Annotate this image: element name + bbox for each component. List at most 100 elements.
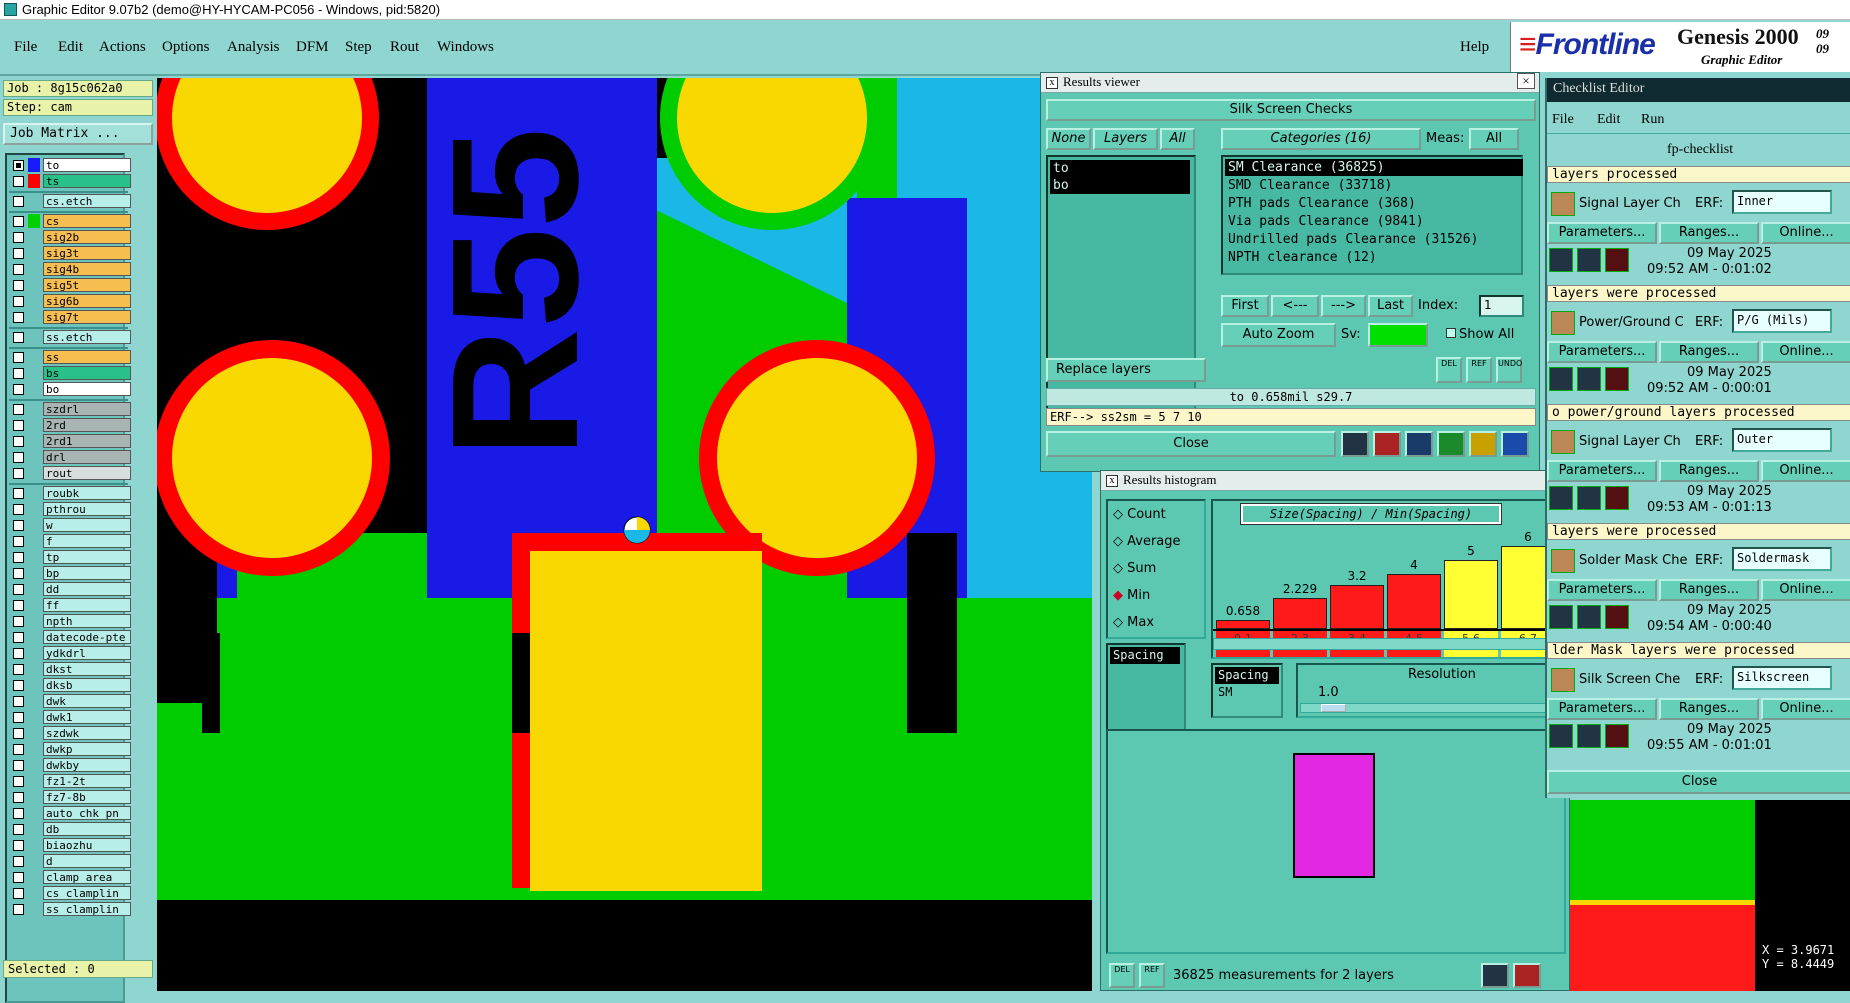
menu-rout[interactable]: Rout bbox=[390, 39, 419, 56]
tool-icon[interactable] bbox=[1405, 431, 1433, 457]
layer-row[interactable]: dd bbox=[9, 582, 131, 596]
layer-name[interactable]: dwk bbox=[43, 694, 131, 708]
layer-checkbox[interactable] bbox=[13, 452, 24, 463]
del-button[interactable]: DEL bbox=[1436, 357, 1462, 383]
layer-name[interactable]: 2rd1 bbox=[43, 434, 131, 448]
tool-icon[interactable] bbox=[1373, 431, 1401, 457]
histogram-bar[interactable] bbox=[1330, 584, 1384, 629]
erf-field[interactable]: Silkscreen bbox=[1732, 666, 1832, 690]
layer-checkbox[interactable] bbox=[13, 296, 24, 307]
layer-checkbox[interactable] bbox=[13, 632, 24, 643]
erf-field[interactable]: Outer bbox=[1732, 428, 1832, 452]
layer-row[interactable]: rout bbox=[9, 466, 131, 480]
show-all-checkbox[interactable]: Show All bbox=[1446, 327, 1514, 342]
parameters-button[interactable]: Parameters... bbox=[1547, 698, 1657, 720]
layer-name[interactable]: ss_clamplin bbox=[43, 902, 131, 916]
run-icon[interactable] bbox=[1549, 486, 1573, 510]
layer-name[interactable]: ss bbox=[43, 350, 131, 364]
layer-checkbox[interactable] bbox=[13, 824, 24, 835]
meas-select[interactable]: All bbox=[1469, 128, 1519, 150]
layer-name[interactable]: dkst bbox=[43, 662, 131, 676]
layer-checkbox[interactable] bbox=[13, 888, 24, 899]
layer-row[interactable]: ff bbox=[9, 598, 131, 612]
layer-checkbox[interactable] bbox=[13, 332, 24, 343]
erf-field[interactable]: P/G (Mils) bbox=[1732, 309, 1832, 333]
layer-name[interactable]: pthrou bbox=[43, 502, 131, 516]
layer-name[interactable]: szdwk bbox=[43, 726, 131, 740]
layer-row[interactable]: db bbox=[9, 822, 131, 836]
layer-name[interactable]: f bbox=[43, 534, 131, 548]
histogram-list-item[interactable]: Spacing bbox=[1110, 647, 1180, 664]
layer-checkbox[interactable] bbox=[13, 568, 24, 579]
online-button[interactable]: Online... bbox=[1761, 341, 1850, 363]
menu-help[interactable]: Help bbox=[1460, 39, 1489, 56]
replace-layers-select[interactable]: Replace layers bbox=[1046, 358, 1206, 382]
layer-checkbox[interactable] bbox=[13, 760, 24, 771]
layer-row[interactable]: bs bbox=[9, 366, 131, 380]
ck-menu-edit[interactable]: Edit bbox=[1597, 112, 1620, 128]
layer-row[interactable]: fz7-8b bbox=[9, 790, 131, 804]
checklist-close-button[interactable]: Close bbox=[1547, 770, 1850, 794]
layer-row[interactable]: sig7t bbox=[9, 310, 131, 324]
layer-name[interactable]: roubk bbox=[43, 486, 131, 500]
option-sum[interactable]: ◇ Sum bbox=[1113, 561, 1156, 576]
layer-checkbox[interactable] bbox=[13, 352, 24, 363]
check-label[interactable]: Silk Screen Che bbox=[1579, 672, 1680, 687]
ranges-button[interactable]: Ranges... bbox=[1659, 341, 1759, 363]
online-button[interactable]: Online... bbox=[1761, 222, 1850, 244]
parameters-button[interactable]: Parameters... bbox=[1547, 460, 1657, 482]
tool-icon[interactable] bbox=[1481, 963, 1509, 988]
layer-name[interactable]: clamp_area bbox=[43, 870, 131, 884]
menu-step[interactable]: Step bbox=[345, 39, 372, 56]
layer-name[interactable]: npth bbox=[43, 614, 131, 628]
layer-checkbox[interactable] bbox=[13, 520, 24, 531]
run-icon[interactable] bbox=[1605, 486, 1629, 510]
layer-row[interactable]: tp bbox=[9, 550, 131, 564]
layer-checkbox[interactable] bbox=[13, 808, 24, 819]
layer-row[interactable]: bo bbox=[9, 382, 131, 396]
ranges-button[interactable]: Ranges... bbox=[1659, 460, 1759, 482]
next-button[interactable]: ---> bbox=[1321, 295, 1366, 317]
layer-checkbox[interactable] bbox=[13, 436, 24, 447]
erf-field[interactable]: Inner bbox=[1732, 190, 1832, 214]
layer-checkbox[interactable] bbox=[13, 504, 24, 515]
run-icon[interactable] bbox=[1605, 248, 1629, 272]
layer-checkbox[interactable] bbox=[13, 696, 24, 707]
menu-edit[interactable]: Edit bbox=[58, 39, 83, 56]
chart-icon[interactable] bbox=[1501, 431, 1529, 457]
layer-checkbox[interactable] bbox=[13, 264, 24, 275]
layer-row[interactable]: cs.etch bbox=[9, 194, 131, 208]
check-label[interactable]: Signal Layer Ch bbox=[1579, 196, 1681, 211]
layer-name[interactable]: cs_clamplin bbox=[43, 886, 131, 900]
layer-checkbox[interactable] bbox=[13, 280, 24, 291]
layer-row[interactable]: ss_clamplin bbox=[9, 902, 131, 916]
layer-row[interactable]: sig4b bbox=[9, 262, 131, 276]
layer-row[interactable]: sig5t bbox=[9, 278, 131, 292]
layer-row[interactable]: datecode-pte bbox=[9, 630, 131, 644]
layer-name[interactable]: auto_chk_pn bbox=[43, 806, 131, 820]
layer-row[interactable]: w bbox=[9, 518, 131, 532]
layer-name[interactable]: sig6b bbox=[43, 294, 131, 308]
layer-row[interactable]: szdwk bbox=[9, 726, 131, 740]
layer-name[interactable]: sig5t bbox=[43, 278, 131, 292]
layer-row[interactable]: auto_chk_pn bbox=[9, 806, 131, 820]
layer-checkbox[interactable] bbox=[13, 312, 24, 323]
index-field[interactable]: 1 bbox=[1479, 295, 1524, 317]
ck-menu-run[interactable]: Run bbox=[1641, 112, 1664, 128]
layer-row[interactable]: dkst bbox=[9, 662, 131, 676]
menu-dfm[interactable]: DFM bbox=[296, 39, 329, 56]
layer-row[interactable]: ss bbox=[9, 350, 131, 364]
layer-row[interactable]: f bbox=[9, 534, 131, 548]
layer-row[interactable]: dksb bbox=[9, 678, 131, 692]
menu-actions[interactable]: Actions bbox=[99, 39, 146, 56]
histogram-scrollbar[interactable] bbox=[1213, 638, 1563, 650]
small-list[interactable]: Spacing SM bbox=[1211, 663, 1283, 718]
tool-icon[interactable] bbox=[1513, 963, 1541, 988]
layer-row[interactable]: to bbox=[9, 158, 131, 172]
layer-row[interactable]: 2rd1 bbox=[9, 434, 131, 448]
histogram-bar[interactable] bbox=[1387, 573, 1441, 629]
run-icon[interactable] bbox=[1577, 724, 1601, 748]
layer-name[interactable]: sig2b bbox=[43, 230, 131, 244]
online-button[interactable]: Online... bbox=[1761, 579, 1850, 601]
layer-name[interactable]: dwkby bbox=[43, 758, 131, 772]
